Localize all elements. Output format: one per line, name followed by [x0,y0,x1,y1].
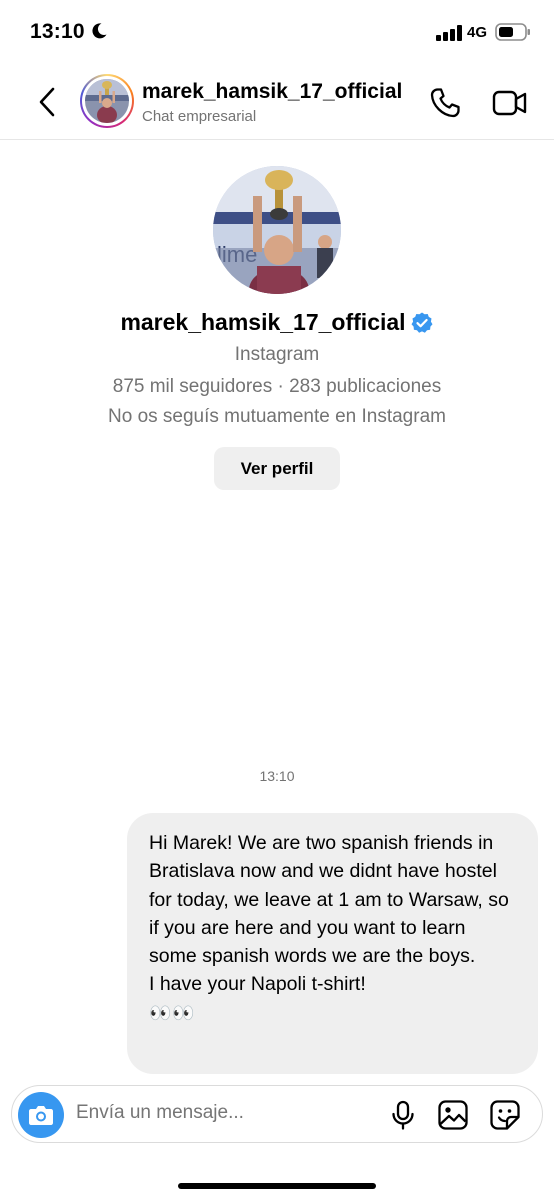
home-indicator[interactable] [178,1183,376,1189]
view-profile-button[interactable]: Ver perfil [214,447,340,490]
camera-icon [29,1106,53,1125]
microphone-icon [392,1100,414,1130]
camera-button[interactable] [18,1092,64,1138]
message-timestamp: 13:10 [259,768,295,784]
status-bar: 13:10 4G [0,0,554,64]
profile-platform: Instagram [234,344,320,365]
video-camera-icon [492,90,527,116]
signal-icon [436,25,462,41]
gallery-button[interactable] [437,1099,469,1131]
audio-call-button[interactable] [428,86,462,120]
chat-header: marek_hamsik_17_official Chat empresaria… [0,64,554,140]
chat-title[interactable]: marek_hamsik_17_official [142,80,414,104]
status-time: 13:10 [30,20,85,43]
message-text: Hi Marek! We are two spanish friends in … [149,832,509,968]
verified-badge-icon [411,312,433,333]
battery-icon [495,23,530,41]
mutual-follow-status: No os seguís mutuamente en Instagram [108,406,446,427]
gallery-icon [438,1100,468,1130]
profile-username: marek_hamsik_17_official [120,309,406,335]
back-icon [39,87,55,117]
video-call-button[interactable] [492,86,528,120]
profile-avatar[interactable]: lime [213,166,341,294]
message-input[interactable] [76,1102,376,1124]
profile-stats: 875 mil seguidores · 283 publicaciones [112,376,442,397]
sticker-icon [490,1100,520,1130]
moon-icon [92,23,107,39]
message-composer [11,1085,543,1143]
phone-icon [430,88,460,118]
network-label: 4G [467,24,488,41]
header-avatar[interactable] [80,74,134,128]
sent-message-bubble[interactable]: Hi Marek! We are two spanish friends in … [127,813,538,1074]
profile-name-row: marek_hamsik_17_official [0,309,554,336]
message-emoji: 👀👀 [149,1002,196,1023]
avatar-photo [85,79,129,123]
message-text: I have your Napoli t-shirt! [149,973,366,996]
voice-message-button[interactable] [388,1100,418,1130]
chat-subtitle: Chat empresarial [142,108,257,125]
back-button[interactable] [32,84,62,120]
sticker-button[interactable] [489,1099,521,1131]
